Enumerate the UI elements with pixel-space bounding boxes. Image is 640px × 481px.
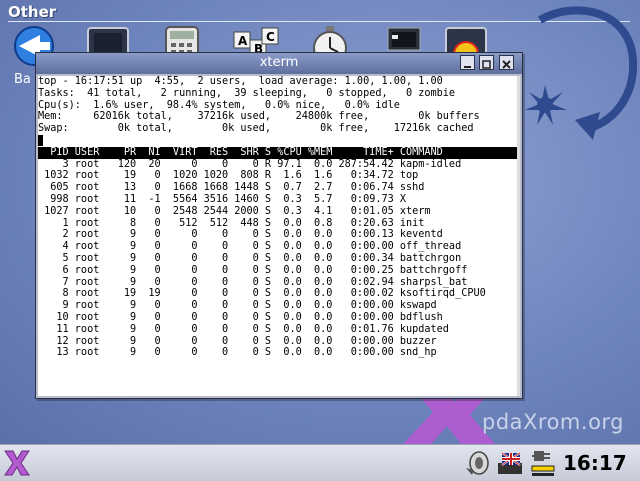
- process-row: 13 root 9 0 0 0 0 S 0.0 0.0 0:00.00 snd_…: [38, 347, 437, 359]
- svg-text:C: C: [266, 30, 275, 44]
- desktop: Other Ba ABC pdaXrom.org xterm top - 16:…: [0, 0, 640, 444]
- process-row: 4 root 9 0 0 0 0 S 0.0 0.0 0:00.00 off_t…: [38, 241, 462, 253]
- window-titlebar[interactable]: xterm: [36, 53, 522, 74]
- process-row: 1 root 8 0 512 512 448 S 0.0 0.8 0:20.63…: [38, 217, 425, 229]
- process-table-header: PID USER PR NI VIRT RES SHR S %CPU %MEM …: [38, 146, 520, 159]
- process-row: 7 root 9 0 0 0 0 S 0.0 0.0 0:02.94 sharp…: [38, 276, 468, 288]
- process-row: 605 root 13 0 1668 1668 1448 S 0.7 2.7 0…: [38, 182, 425, 194]
- top-summary-cpu: Cpu(s): 1.6% user, 98.4% system, 0.0% ni…: [38, 99, 400, 111]
- start-menu-button[interactable]: [4, 449, 30, 477]
- minimize-icon: [464, 66, 471, 68]
- category-title: Other: [8, 3, 57, 21]
- process-row: 11 root 9 0 0 0 0 S 0.0 0.0 0:01.76 kupd…: [38, 323, 449, 335]
- top-summary-tasks: Tasks: 41 total, 2 running, 39 sleeping,…: [38, 87, 456, 99]
- taskbar: 16:17: [0, 444, 640, 481]
- close-button[interactable]: [499, 55, 514, 70]
- close-icon: [502, 60, 511, 69]
- minimize-button[interactable]: [460, 55, 475, 70]
- text-cursor: [38, 134, 43, 146]
- swirl-decoration-icon: [525, 6, 638, 140]
- xterm-window[interactable]: xterm top - 16:17:51 up 4:55, 2 users, l…: [35, 52, 523, 399]
- process-row: 1027 root 10 0 2548 2544 2000 S 0.3 4.1 …: [38, 205, 431, 217]
- clock[interactable]: 16:17: [563, 451, 627, 475]
- top-summary-uptime: top - 16:17:51 up 4:55, 2 users, load av…: [38, 76, 443, 87]
- process-row: 8 root 19 19 0 0 0 S 0.0 0.0 0:00.02 kso…: [38, 288, 486, 300]
- watermark: pdaXrom.org: [482, 410, 625, 434]
- process-row: 998 root 11 -1 5564 3516 1460 S 0.3 5.7 …: [38, 193, 407, 205]
- launcher-label: Ba: [14, 72, 31, 87]
- process-row: 9 root 9 0 0 0 0 S 0.0 0.0 0:00.00 kswap…: [38, 300, 437, 312]
- process-table: 3 root 120 20 0 0 0 R 97.1 0.0 287:54.42…: [38, 159, 520, 360]
- top-summary-mem: Mem: 62016k total, 37216k used, 24800k f…: [38, 111, 480, 123]
- svg-text:A: A: [238, 34, 248, 48]
- window-title: xterm: [259, 55, 299, 70]
- speaker-icon[interactable]: [464, 450, 490, 476]
- top-summary-swap: Swap: 0k total, 0k used, 0k free, 17216k…: [38, 123, 474, 135]
- process-row: 5 root 9 0 0 0 0 S 0.0 0.0 0:00.34 battc…: [38, 252, 462, 264]
- process-row: 3 root 120 20 0 0 0 R 97.1 0.0 287:54.42…: [38, 158, 462, 170]
- terminal-area[interactable]: top - 16:17:51 up 4:55, 2 users, load av…: [38, 76, 520, 396]
- power-plug-icon[interactable]: [530, 448, 556, 478]
- maximize-icon: [482, 60, 491, 69]
- process-row: 10 root 9 0 0 0 0 S 0.0 0.0 0:00.00 bdfl…: [38, 311, 443, 323]
- process-row: 1032 root 19 0 1020 1020 808 R 1.6 1.6 0…: [38, 170, 419, 182]
- scrollbar[interactable]: [517, 76, 520, 396]
- maximize-button[interactable]: [479, 55, 494, 70]
- process-row: 2 root 9 0 0 0 0 S 0.0 0.0 0:00.13 keven…: [38, 229, 443, 241]
- prompt-line: [38, 134, 520, 147]
- keyboard-flag-icon[interactable]: [496, 451, 524, 475]
- process-row: 6 root 9 0 0 0 0 S 0.0 0.0 0:00.25 battc…: [38, 264, 468, 276]
- process-row: 12 root 9 0 0 0 0 S 0.0 0.0 0:00.00 buzz…: [38, 335, 437, 347]
